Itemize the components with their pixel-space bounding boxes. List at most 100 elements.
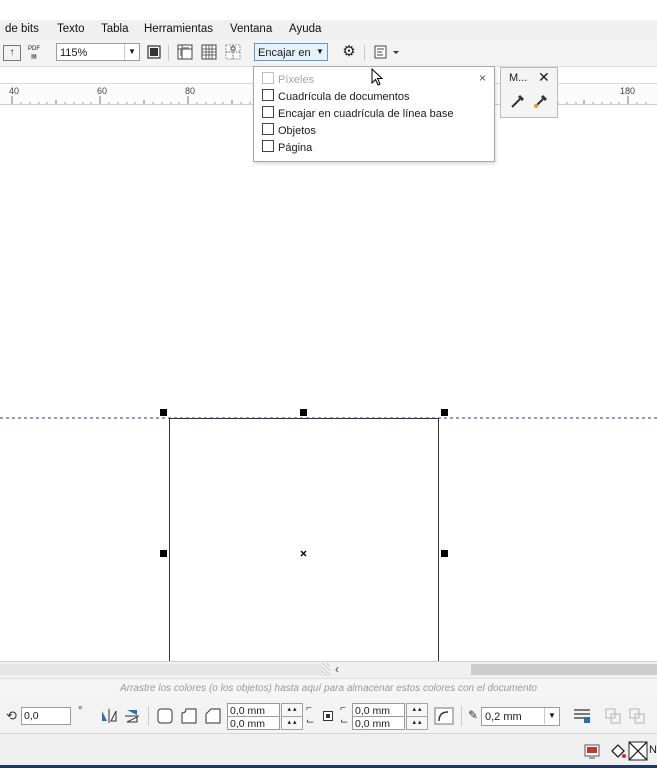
menu-help[interactable]: Ayuda (289, 23, 321, 35)
chamfered-corner-icon[interactable] (204, 707, 222, 725)
grid-icon[interactable] (200, 43, 218, 61)
handle-top-left[interactable] (160, 409, 167, 416)
snap-option-baseline-grid[interactable]: Encajar en cuadrícula de línea base (262, 106, 454, 122)
menu-tools[interactable]: Herramientas (144, 23, 213, 35)
menu-window[interactable]: Ventana (230, 23, 272, 35)
color-proofing-icon[interactable] (584, 743, 600, 759)
mouse-cursor-icon (371, 68, 384, 86)
wrap-text-icon[interactable] (572, 707, 592, 725)
scroll-left-icon[interactable]: ‹ (335, 662, 339, 676)
checkbox (262, 72, 274, 84)
zoom-value: 115% (60, 47, 88, 59)
snap-option-document-grid[interactable]: Cuadrícula de documentos (262, 89, 409, 105)
corner-top-icon: ⌐ (306, 703, 312, 714)
pen-nib-icon: ✎ (468, 708, 479, 722)
to-back-icon (629, 708, 645, 724)
document-palette[interactable]: Arrastre los colores (o los objetos) has… (0, 678, 657, 700)
snap-to-dropdown[interactable]: Encajar en ▼ (254, 43, 328, 61)
chevron-down-icon[interactable]: ▼ (313, 44, 327, 60)
checkbox[interactable] (262, 89, 274, 101)
lock-ratio-icon[interactable] (323, 711, 333, 721)
status-bar: N (0, 734, 657, 768)
pdf-label: PDF (28, 46, 40, 52)
spinner-up-down-icon[interactable]: ▴ ▴ (406, 716, 428, 730)
option-label: Píxeles (278, 74, 315, 86)
property-bar: ⟲ 0,0 ° 0,0 mm 0,0 mm ▴ ▴ ▴ ▴ ⌐ ⌙ ⌐ ⌙ 0,… (0, 699, 657, 734)
close-icon[interactable]: ✕ (538, 69, 550, 86)
handle-middle-left[interactable] (160, 550, 167, 557)
export-icon[interactable]: ↑ (3, 45, 21, 61)
scroll-track[interactable] (0, 664, 322, 675)
degree-symbol: ° (78, 705, 83, 717)
toolbar-divider (168, 45, 169, 61)
fill-label: N (649, 744, 657, 756)
mirror-horizontal-icon[interactable] (100, 708, 118, 724)
outline-width-value: 0,2 mm (485, 711, 522, 723)
snap-option-objects[interactable]: Objetos (262, 123, 316, 139)
corner-radius-top-right-input[interactable]: 0,0 mm (352, 703, 405, 717)
menu-table[interactable]: Tabla (101, 23, 129, 35)
corner-bottom-right-icon: ⌙ (340, 716, 349, 727)
option-label: Encajar en cuadrícula de línea base (278, 108, 454, 120)
eyedropper-icon[interactable] (509, 92, 527, 110)
ruler-label: 40 (9, 86, 20, 96)
ruler-label: 180 (620, 86, 636, 96)
corner-radius-bottom-left-input[interactable]: 0,0 mm (227, 716, 280, 730)
rectangle-shape[interactable] (169, 418, 439, 662)
gear-icon[interactable]: ⚙ (340, 43, 358, 61)
checkbox[interactable] (262, 123, 274, 135)
checkbox[interactable] (262, 106, 274, 118)
toolbar-divider (461, 706, 462, 726)
relative-corner-scaling-icon[interactable] (434, 707, 454, 725)
ruler-label: 60 (97, 86, 108, 96)
option-label: Cuadrícula de documentos (278, 91, 410, 103)
spinner-up-down-icon[interactable]: ▴ ▴ (281, 716, 303, 730)
corner-top-right-icon: ⌐ (340, 703, 346, 714)
option-label: Objetos (278, 125, 316, 137)
mirror-vertical-icon[interactable] (124, 708, 142, 724)
eyedropper-docker: M... ✕ (500, 67, 558, 118)
handle-middle-right[interactable] (441, 550, 448, 557)
chevron-down-icon[interactable]: ▼ (124, 44, 139, 60)
round-corner-icon[interactable] (156, 707, 174, 725)
snap-option-page[interactable]: Página (262, 140, 312, 156)
corner-radius-bottom-right-input[interactable]: 0,0 mm (352, 716, 405, 730)
toolbar-divider (148, 706, 149, 726)
corner-bottom-icon: ⌙ (306, 716, 315, 727)
checkbox[interactable] (262, 140, 274, 152)
options-menu-icon[interactable] (372, 43, 402, 61)
full-screen-icon[interactable] (146, 43, 162, 61)
menu-bitmaps[interactable]: de bits (5, 23, 39, 35)
spinner-up-down-icon[interactable]: ▴ ▴ (281, 703, 303, 717)
resize-grip-icon[interactable] (322, 663, 330, 676)
to-front-icon (605, 708, 621, 724)
scalloped-corner-icon[interactable] (180, 707, 198, 725)
zoom-level-combo[interactable]: 115% ▼ (56, 43, 140, 61)
menu-bar: de bits Texto Tabla Herramientas Ventana… (0, 20, 657, 40)
standard-toolbar: ↑ PDF ▤ 115% ▼ Encajar en ▼ ⚙ (0, 40, 657, 67)
palette-hint-text: Arrastre los colores (o los objetos) has… (120, 683, 537, 694)
fill-bucket-icon[interactable] (608, 741, 628, 761)
chevron-down-icon[interactable]: ▼ (544, 708, 559, 724)
rotation-angle-input[interactable]: 0,0 (21, 707, 71, 725)
horizontal-scrollbar[interactable]: ‹ (0, 661, 657, 678)
close-icon[interactable]: × (479, 71, 486, 85)
publish-pdf-icon[interactable]: PDF ▤ (24, 45, 44, 63)
corner-radius-top-left-input[interactable]: 0,0 mm (227, 703, 280, 717)
docker-title: M... (509, 72, 528, 84)
handle-top-middle[interactable] (300, 409, 307, 416)
option-label: Página (278, 142, 313, 154)
snap-option-pixels: Píxeles (262, 72, 314, 88)
scroll-thumb[interactable] (471, 664, 657, 675)
toolbar-divider (364, 45, 365, 61)
rulers-icon[interactable] (176, 43, 194, 61)
outline-width-combo[interactable]: 0,2 mm ▼ (481, 707, 560, 726)
handle-top-right[interactable] (441, 409, 448, 416)
guidelines-icon[interactable] (224, 43, 242, 61)
drawing-canvas[interactable] (0, 104, 657, 661)
no-fill-swatch-icon[interactable] (628, 741, 648, 761)
spinner-up-down-icon[interactable]: ▴ ▴ (406, 703, 428, 717)
menu-text[interactable]: Texto (57, 23, 85, 35)
apply-color-icon[interactable] (532, 92, 550, 110)
snap-to-label: Encajar en (258, 47, 311, 59)
